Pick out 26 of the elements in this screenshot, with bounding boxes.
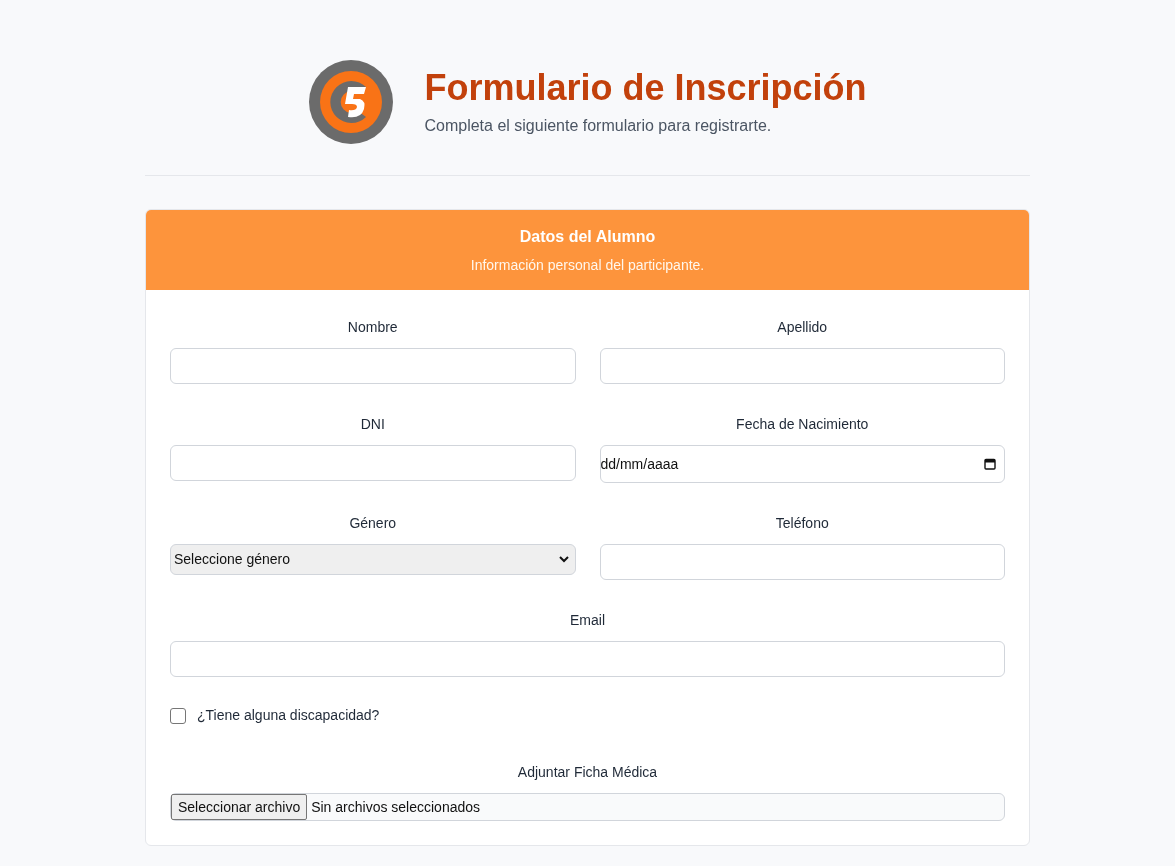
field-label: Adjuntar Ficha Médica: [517, 763, 658, 782]
checkbox-label: ¿Tiene alguna discapacidad?: [197, 706, 380, 725]
field-label: Email: [570, 611, 605, 630]
field-label: Apellido: [777, 318, 828, 337]
text-field[interactable]: [170, 445, 576, 481]
text-field[interactable]: [599, 348, 1005, 384]
field-label: DNI: [360, 415, 385, 434]
choose-file-button[interactable]: Seleccionar archivo: [171, 794, 308, 820]
text-field[interactable]: [170, 348, 576, 384]
field-label: Nombre: [347, 318, 398, 337]
page-title: Formulario de Inscripción: [424, 66, 867, 110]
page-subtitle: Completa el siguiente formulario para registrarte.: [424, 116, 773, 136]
section-subtitle: Información personal del participante.: [470, 255, 705, 275]
calendar-icon: [984, 458, 996, 470]
gender-select[interactable]: Seleccione género: [170, 544, 576, 575]
field-label: Género: [349, 514, 397, 533]
date-field[interactable]: dd/mm/aaaa: [599, 445, 1005, 483]
section-title: Datos del Alumno: [519, 226, 656, 247]
text-field[interactable]: [599, 544, 1005, 580]
field-label: Teléfono: [775, 514, 829, 533]
text-field[interactable]: [170, 641, 1005, 677]
file-field[interactable]: Seleccionar archivo Sin archivos seleccionados: [170, 793, 1005, 821]
file-status: Sin archivos seleccionados: [311, 797, 481, 817]
checkbox[interactable]: [170, 707, 186, 724]
chevron-down-icon: [558, 556, 569, 563]
field-label: Fecha de Nacimiento: [736, 415, 869, 434]
